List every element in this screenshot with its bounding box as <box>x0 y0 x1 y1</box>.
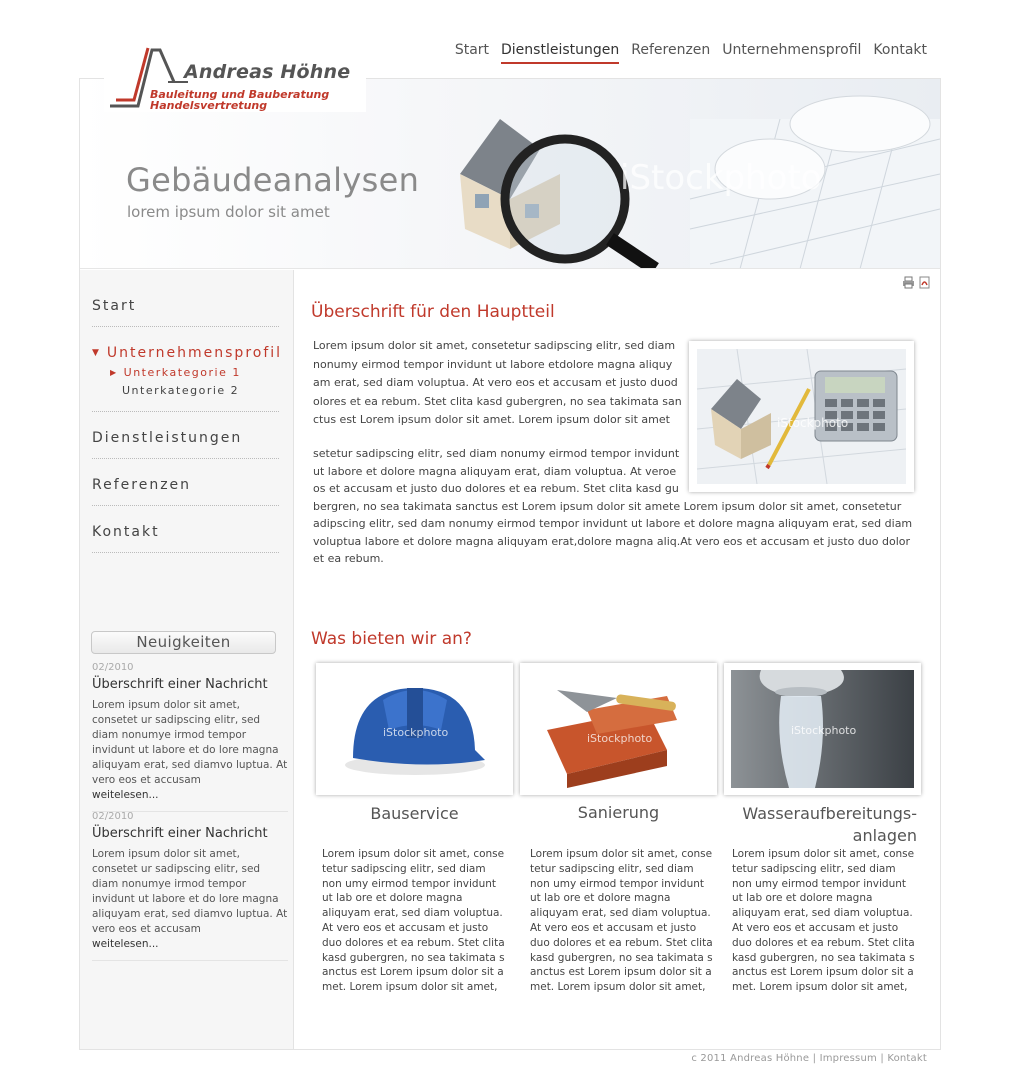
main-paragraph-2a: setetur sadipscing elitr, sed diam nonum… <box>313 447 680 495</box>
card-text: Lorem ipsum dolor sit amet, conse tetur … <box>530 847 716 995</box>
footer-separator: | <box>812 1053 817 1064</box>
helmet-image[interactable]: iStockphoto <box>316 663 513 795</box>
main-heading: Überschrift für den Hauptteil <box>311 302 555 322</box>
footer-separator: | <box>880 1053 884 1064</box>
topnav-start[interactable]: Start <box>455 42 489 64</box>
footer-impressum-link[interactable]: Impressum <box>820 1053 877 1064</box>
page-tools <box>902 274 931 289</box>
bricks-trowel-image[interactable]: iStockphoto <box>520 663 717 795</box>
topnav-referenzen[interactable]: Referenzen <box>631 42 710 64</box>
card-text-part: duo dolores et ea rebum. Stet clita kasd… <box>530 936 713 994</box>
sidebar-subitem-label: Unterkategorie 1 <box>123 366 241 379</box>
topnav-unternehmensprofil[interactable]: Unternehmensprofil <box>722 42 861 64</box>
card-text-part: duo dolores et ea rebum. Stet clita kasd… <box>732 936 915 994</box>
sidebar-item-dienstleistungen[interactable]: Dienstleistungen <box>92 430 279 459</box>
card-text-part: Lorem ipsum dolor sit amet, conse tetur … <box>322 848 505 934</box>
print-icon[interactable] <box>902 274 915 289</box>
sidebar-subitem-1[interactable]: ▶ Unterkategorie 1 <box>92 366 279 379</box>
logo[interactable]: Andreas Höhne Bauleitung und Bauberatung… <box>104 44 366 112</box>
sidebar-subitem-2[interactable]: Unterkategorie 2 <box>92 384 279 397</box>
card-title-wasseraufbereitung[interactable]: Wasseraufbereitungs- anlagen <box>720 803 917 847</box>
sidebar-item-kontakt[interactable]: Kontakt <box>92 524 279 553</box>
news-title[interactable]: Überschrift einer Nachricht <box>92 826 288 841</box>
read-more-link[interactable]: weitelesen... <box>92 788 288 803</box>
logo-name: Andreas Höhne <box>184 61 351 83</box>
water-tap-image[interactable]: iStockphoto <box>724 663 921 795</box>
topnav-kontakt[interactable]: Kontakt <box>873 42 927 64</box>
sidebar-item-label: Unternehmensprofil <box>106 345 283 361</box>
triangle-right-icon: ▶ <box>110 368 118 377</box>
topnav-dienstleistungen[interactable]: Dienstleistungen <box>501 42 620 64</box>
calculator-house-image: iStockphoto <box>689 341 914 492</box>
main-paragraph-1: Lorem ipsum dolor sit amet, consetetur s… <box>313 339 682 427</box>
svg-text:iStockphoto: iStockphoto <box>791 724 856 737</box>
footer-copyright: c 2011 Andreas Höhne <box>691 1053 810 1064</box>
side-navigation: Start ▼ Unternehmensprofil ▶ Unterkatego… <box>92 298 283 571</box>
card-title-bauservice[interactable]: Bauservice <box>316 803 513 825</box>
pdf-icon[interactable] <box>918 274 931 289</box>
card-text-part: duo dolores et ea rebum. Stet clita kasd… <box>322 936 505 994</box>
house-magnifier-image: iStockphoto <box>460 95 940 268</box>
news-item: 02/2010 Überschrift einer Nachricht Lore… <box>92 811 288 961</box>
svg-text:iStockphoto: iStockphoto <box>587 732 652 745</box>
watermark-text: iStockphoto <box>620 158 822 198</box>
news-body: Lorem ipsum dolor sit amet, consetet ur … <box>92 699 288 786</box>
banner-subtitle: lorem ipsum dolor sit amet <box>127 203 330 221</box>
card-title-sanierung[interactable]: Sanierung <box>520 802 717 824</box>
news-heading: Neuigkeiten <box>91 631 276 654</box>
card-text: Lorem ipsum dolor sit amet, conse tetur … <box>732 847 918 995</box>
news-date: 02/2010 <box>92 662 134 673</box>
card-text-part: Lorem ipsum dolor sit amet, conse tetur … <box>732 848 915 934</box>
news-title[interactable]: Überschrift einer Nachricht <box>92 677 288 692</box>
sidebar-item-referenzen[interactable]: Referenzen <box>92 477 279 506</box>
top-navigation: Start Dienstleistungen Referenzen Untern… <box>443 42 927 64</box>
news-item: 02/2010 Überschrift einer Nachricht Lore… <box>92 662 288 812</box>
sidebar-subitem-label: Unterkategorie 2 <box>122 384 240 397</box>
banner-title: Gebäudeanalysen <box>126 161 420 199</box>
main-paragraph-2b: bergren, no sea takimata sanctus est Lor… <box>313 499 913 566</box>
offers-heading: Was bieten wir an? <box>311 629 472 649</box>
card-text: Lorem ipsum dolor sit amet, conse tetur … <box>322 847 508 995</box>
triangle-down-icon: ▼ <box>92 348 101 358</box>
news-date: 02/2010 <box>92 811 134 822</box>
footer: c 2011 Andreas Höhne | Impressum | Konta… <box>691 1053 927 1064</box>
card-text-part: Lorem ipsum dolor sit amet, conse tetur … <box>530 848 713 934</box>
sidebar-group-unternehmensprofil: ▼ Unternehmensprofil ▶ Unterkategorie 1 … <box>92 345 283 412</box>
footer-kontakt-link[interactable]: Kontakt <box>887 1053 927 1064</box>
sidebar: Start ▼ Unternehmensprofil ▶ Unterkatego… <box>80 270 294 1049</box>
sidebar-item-start[interactable]: Start <box>92 298 279 327</box>
sidebar-item-unternehmensprofil[interactable]: ▼ Unternehmensprofil <box>92 345 283 361</box>
svg-text:iStockphoto: iStockphoto <box>383 726 448 739</box>
news-body: Lorem ipsum dolor sit amet, consetet ur … <box>92 848 288 935</box>
read-more-link[interactable]: weitelesen... <box>92 937 288 952</box>
logo-tagline-2: Handelsvertretung <box>150 99 268 112</box>
svg-text:iStockphoto: iStockphoto <box>777 416 848 430</box>
